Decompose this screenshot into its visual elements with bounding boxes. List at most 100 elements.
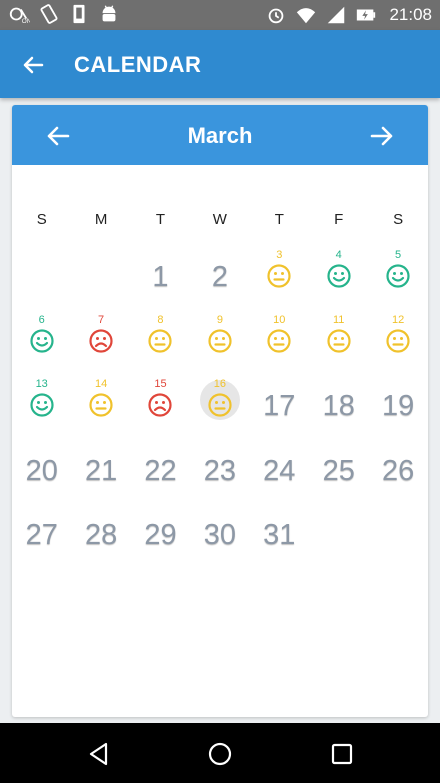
status-time: 21:08 xyxy=(389,5,432,24)
calendar-day-26[interactable]: 26 xyxy=(368,439,427,503)
day-number: 8 xyxy=(157,313,164,326)
calendar-day-8[interactable]: 8 xyxy=(131,310,190,374)
day-number: 6 xyxy=(38,313,45,326)
weekday-row: SMTWTFS xyxy=(12,211,428,231)
weekday-label: T xyxy=(155,211,166,228)
neutral-face-icon xyxy=(148,328,173,353)
battery-charging-icon xyxy=(357,9,376,21)
calendar-day-23[interactable]: 23 xyxy=(190,439,249,503)
screen-rotate-icon xyxy=(40,4,58,24)
day-number: 14 xyxy=(94,378,108,390)
calendar-day-1[interactable]: 1 xyxy=(131,245,190,309)
calendar-day-29[interactable]: 29 xyxy=(131,503,190,567)
calendar-day-30[interactable]: 30 xyxy=(190,503,249,567)
day-number: 9 xyxy=(216,313,223,326)
weekday-label: S xyxy=(393,211,404,228)
home-circle-icon[interactable] xyxy=(207,741,233,767)
calendar-day-16[interactable]: 16 xyxy=(190,374,249,438)
day-number: 4 xyxy=(335,249,342,261)
happy-face-icon xyxy=(327,264,351,288)
calendar-day-14[interactable]: 14 xyxy=(71,374,130,438)
neutral-face-icon xyxy=(386,328,410,353)
sad-face-icon xyxy=(148,393,173,417)
sim-icon xyxy=(73,4,85,24)
back-arrow-icon[interactable] xyxy=(18,50,48,80)
calendar-day-11[interactable]: 11 xyxy=(309,310,368,374)
day-number: 22 xyxy=(144,454,177,487)
day-number: 2 xyxy=(211,261,228,293)
day-number: 13 xyxy=(35,378,48,390)
neutral-face-icon xyxy=(267,264,291,288)
calendar-day-6[interactable]: 6 xyxy=(12,310,71,374)
app-bar: CALENDAR xyxy=(0,30,440,98)
day-number: 21 xyxy=(84,454,118,487)
day-number: 30 xyxy=(203,519,237,551)
calendar-day-17[interactable]: 17 xyxy=(250,374,309,438)
wifi-icon xyxy=(297,8,316,24)
day-number: 19 xyxy=(381,390,415,422)
alarm-icon xyxy=(269,8,284,24)
calendar-day-15[interactable]: 15 xyxy=(131,374,190,438)
calendar-day-28[interactable]: 28 xyxy=(71,503,130,567)
calendar-day-9[interactable]: 9 xyxy=(190,310,249,374)
calendar-day-25[interactable]: 25 xyxy=(309,439,368,503)
happy-face-icon xyxy=(30,393,54,417)
calendar-day-5[interactable]: 5 xyxy=(368,245,427,309)
day-number: 3 xyxy=(276,249,283,261)
recents-square-icon[interactable] xyxy=(329,741,355,767)
calendar-day-12[interactable]: 12 xyxy=(368,310,427,374)
day-number: 23 xyxy=(203,454,237,487)
day-number: 7 xyxy=(98,313,105,326)
calendar-card: March SMTWTFS 1 2 3 4 5 6 7 8 9 10 11 12 13 14 15 16 17 1… xyxy=(12,105,428,717)
calendar-day-24[interactable]: 24 xyxy=(250,439,309,503)
happy-face-icon xyxy=(386,264,410,288)
nfc-icon: ON xyxy=(9,7,30,25)
day-number: 25 xyxy=(322,454,355,487)
weekday-label: T xyxy=(274,211,284,228)
calendar-day-13[interactable]: 13 xyxy=(12,374,71,438)
day-number: 1 xyxy=(152,261,169,293)
day-number: 26 xyxy=(381,454,415,487)
day-number: 16 xyxy=(213,378,226,390)
weekday-label: W xyxy=(212,211,227,228)
day-number: 20 xyxy=(25,454,58,487)
calendar-day-31[interactable]: 31 xyxy=(250,503,309,567)
svg-text:ON: ON xyxy=(22,18,30,25)
android-icon xyxy=(102,5,116,22)
status-right-icons: 21:08 xyxy=(265,4,432,26)
day-number: 24 xyxy=(263,454,296,487)
status-bar: ON 21:08 xyxy=(0,0,440,30)
calendar-day-22[interactable]: 22 xyxy=(131,439,190,503)
calendar-day-21[interactable]: 21 xyxy=(71,439,130,503)
day-number: 27 xyxy=(25,519,58,551)
day-number: 12 xyxy=(391,313,405,326)
neutral-face-icon xyxy=(267,328,291,353)
day-number: 18 xyxy=(322,390,355,422)
calendar-day-7[interactable]: 7 xyxy=(71,310,130,374)
page-title: CALENDAR xyxy=(74,52,202,77)
next-month-button[interactable] xyxy=(366,120,398,152)
calendar-day-20[interactable]: 20 xyxy=(12,439,71,503)
sad-face-icon xyxy=(89,328,113,353)
day-number: 29 xyxy=(144,519,177,551)
calendar-day-4[interactable]: 4 xyxy=(309,245,368,309)
happy-face-icon xyxy=(30,328,54,353)
calendar-day-3[interactable]: 3 xyxy=(250,245,309,309)
calendar-day-27[interactable]: 27 xyxy=(12,503,71,567)
day-number: 17 xyxy=(263,390,296,422)
neutral-face-icon xyxy=(208,393,232,417)
calendar-day-10[interactable]: 10 xyxy=(250,310,309,374)
day-number: 15 xyxy=(154,378,167,390)
status-left-icons: ON xyxy=(8,3,120,25)
calendar-day-2[interactable]: 2 xyxy=(190,245,249,309)
weekday-label: F xyxy=(334,211,344,228)
navigation-bar xyxy=(0,723,440,783)
calendar-day-19[interactable]: 19 xyxy=(368,374,427,438)
calendar-header: March xyxy=(12,105,428,165)
back-triangle-icon[interactable] xyxy=(86,741,112,767)
calendar-day-18[interactable]: 18 xyxy=(309,374,368,438)
day-number: 31 xyxy=(263,519,296,551)
day-number: 10 xyxy=(273,313,286,326)
day-number: 11 xyxy=(332,313,345,326)
neutral-face-icon xyxy=(327,328,351,353)
